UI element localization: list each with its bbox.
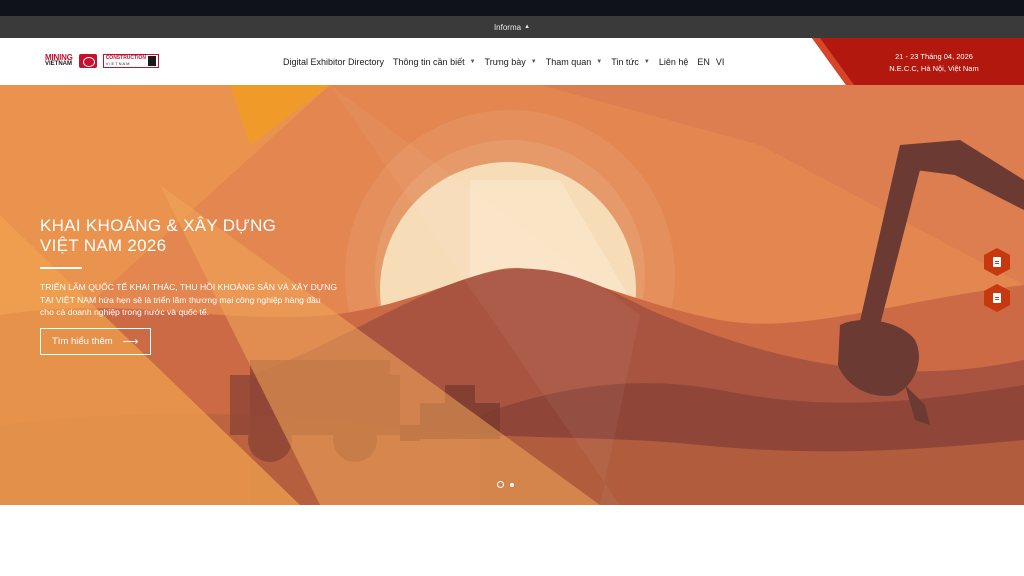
construction-logo-subtext: VIETNAM — [105, 61, 131, 66]
mining-logo-subtext: VIETNAM — [45, 61, 72, 67]
chevron-down-icon[interactable]: ▼ — [644, 59, 650, 65]
informa-bar[interactable]: Informa ▲ — [0, 16, 1024, 38]
hero-description: TRIỂN LÃM QUỐC TẾ KHAI THÁC, THU HỒI KHO… — [40, 281, 340, 319]
side-badge-button[interactable] — [984, 284, 1010, 312]
carousel-dot-1[interactable] — [497, 481, 504, 488]
chevron-down-icon[interactable]: ▼ — [470, 59, 476, 65]
hero-desc-line2: TẠI VIỆT NAM hứa hẹn sẽ là triển lãm thư… — [40, 294, 321, 305]
caret-up-icon[interactable]: ▲ — [524, 24, 530, 30]
hero-title-line1: KHAI KHOÁNG & XÂY DỰNG — [40, 216, 277, 235]
nav-item-label[interactable]: Liên hệ — [659, 57, 689, 67]
hero-divider — [40, 267, 82, 269]
construction-vietnam-logo[interactable]: CONSTRUCTION VIETNAM — [102, 54, 159, 68]
hero-title-line2: VIỆT NAM 2026 — [40, 236, 167, 255]
page-below-hero — [0, 505, 1024, 576]
side-register-button[interactable] — [984, 248, 1010, 276]
carousel-dot-2[interactable] — [510, 482, 514, 487]
lang-en-link[interactable]: EN — [697, 57, 710, 67]
nav-item-lien-he[interactable]: Liên hệ — [659, 57, 689, 67]
hero-desc-line1: TRIỂN LÃM QUỐC TẾ KHAI THÁC, THU HỒI KHO… — [40, 282, 338, 292]
event-info-banner[interactable]: 21 - 23 Tháng 04, 2026 N.E.C.C, Hà Nội, … — [812, 38, 1024, 85]
nav-item-label[interactable]: Tin tức — [611, 57, 639, 67]
hero-desc-line3: cho cả doanh nghiệp trong nước và quốc t… — [40, 307, 210, 318]
nav-item-thong-tin-can-biet[interactable]: Thông tin cần biết ▼ — [393, 57, 476, 67]
nav-item-tham-quan[interactable]: Tham quan ▼ — [546, 57, 602, 67]
chevron-down-icon[interactable]: ▼ — [596, 59, 602, 65]
event-text: 21 - 23 Tháng 04, 2026 N.E.C.C, Hà Nội, … — [850, 51, 1018, 75]
hero-slider: KHAI KHOÁNG & XÂY DỰNG VIỆT NAM 2026 TRI… — [0, 85, 1024, 505]
logo-group[interactable]: MINING VIETNAM CONSTRUCTION VIETNAM — [45, 54, 159, 68]
mining-logo-text: MINING — [45, 53, 73, 62]
construction-logo-icon — [147, 56, 156, 66]
arrow-right-icon[interactable]: ⟶ — [123, 335, 139, 348]
learn-more-label[interactable]: Tìm hiểu thêm — [52, 336, 113, 347]
carousel-dots — [497, 481, 514, 488]
chevron-down-icon[interactable]: ▼ — [531, 59, 537, 65]
event-venue: N.E.C.C, Hà Nội, Việt Nam — [889, 64, 979, 73]
main-nav: Digital Exhibitor Directory Thông tin cầ… — [283, 52, 730, 72]
clipboard-icon[interactable] — [993, 257, 1001, 267]
mining-logo-icon — [78, 54, 97, 68]
mining-vietnam-logo[interactable]: MINING VIETNAM — [45, 54, 73, 68]
event-dates: 21 - 23 Tháng 04, 2026 — [895, 52, 973, 61]
learn-more-button[interactable]: Tìm hiểu thêm ⟶ — [40, 328, 151, 355]
hero-title: KHAI KHOÁNG & XÂY DỰNG VIỆT NAM 2026 — [40, 216, 360, 256]
informa-label[interactable]: Informa — [494, 23, 521, 32]
nav-item-trung-bay[interactable]: Trưng bày ▼ — [485, 57, 537, 67]
nav-item-label[interactable]: Tham quan — [546, 57, 592, 67]
nav-item-label[interactable]: Thông tin cần biết — [393, 57, 465, 67]
browser-top-bar — [0, 0, 1024, 16]
nav-item-label[interactable]: Digital Exhibitor Directory — [283, 57, 384, 67]
id-badge-icon[interactable] — [993, 293, 1001, 303]
nav-item-digital-exhibitor-directory[interactable]: Digital Exhibitor Directory — [283, 57, 384, 67]
lang-vi-link[interactable]: VI — [716, 57, 725, 67]
nav-item-tin-tuc[interactable]: Tin tức ▼ — [611, 57, 650, 67]
nav-item-label[interactable]: Trưng bày — [485, 57, 526, 67]
